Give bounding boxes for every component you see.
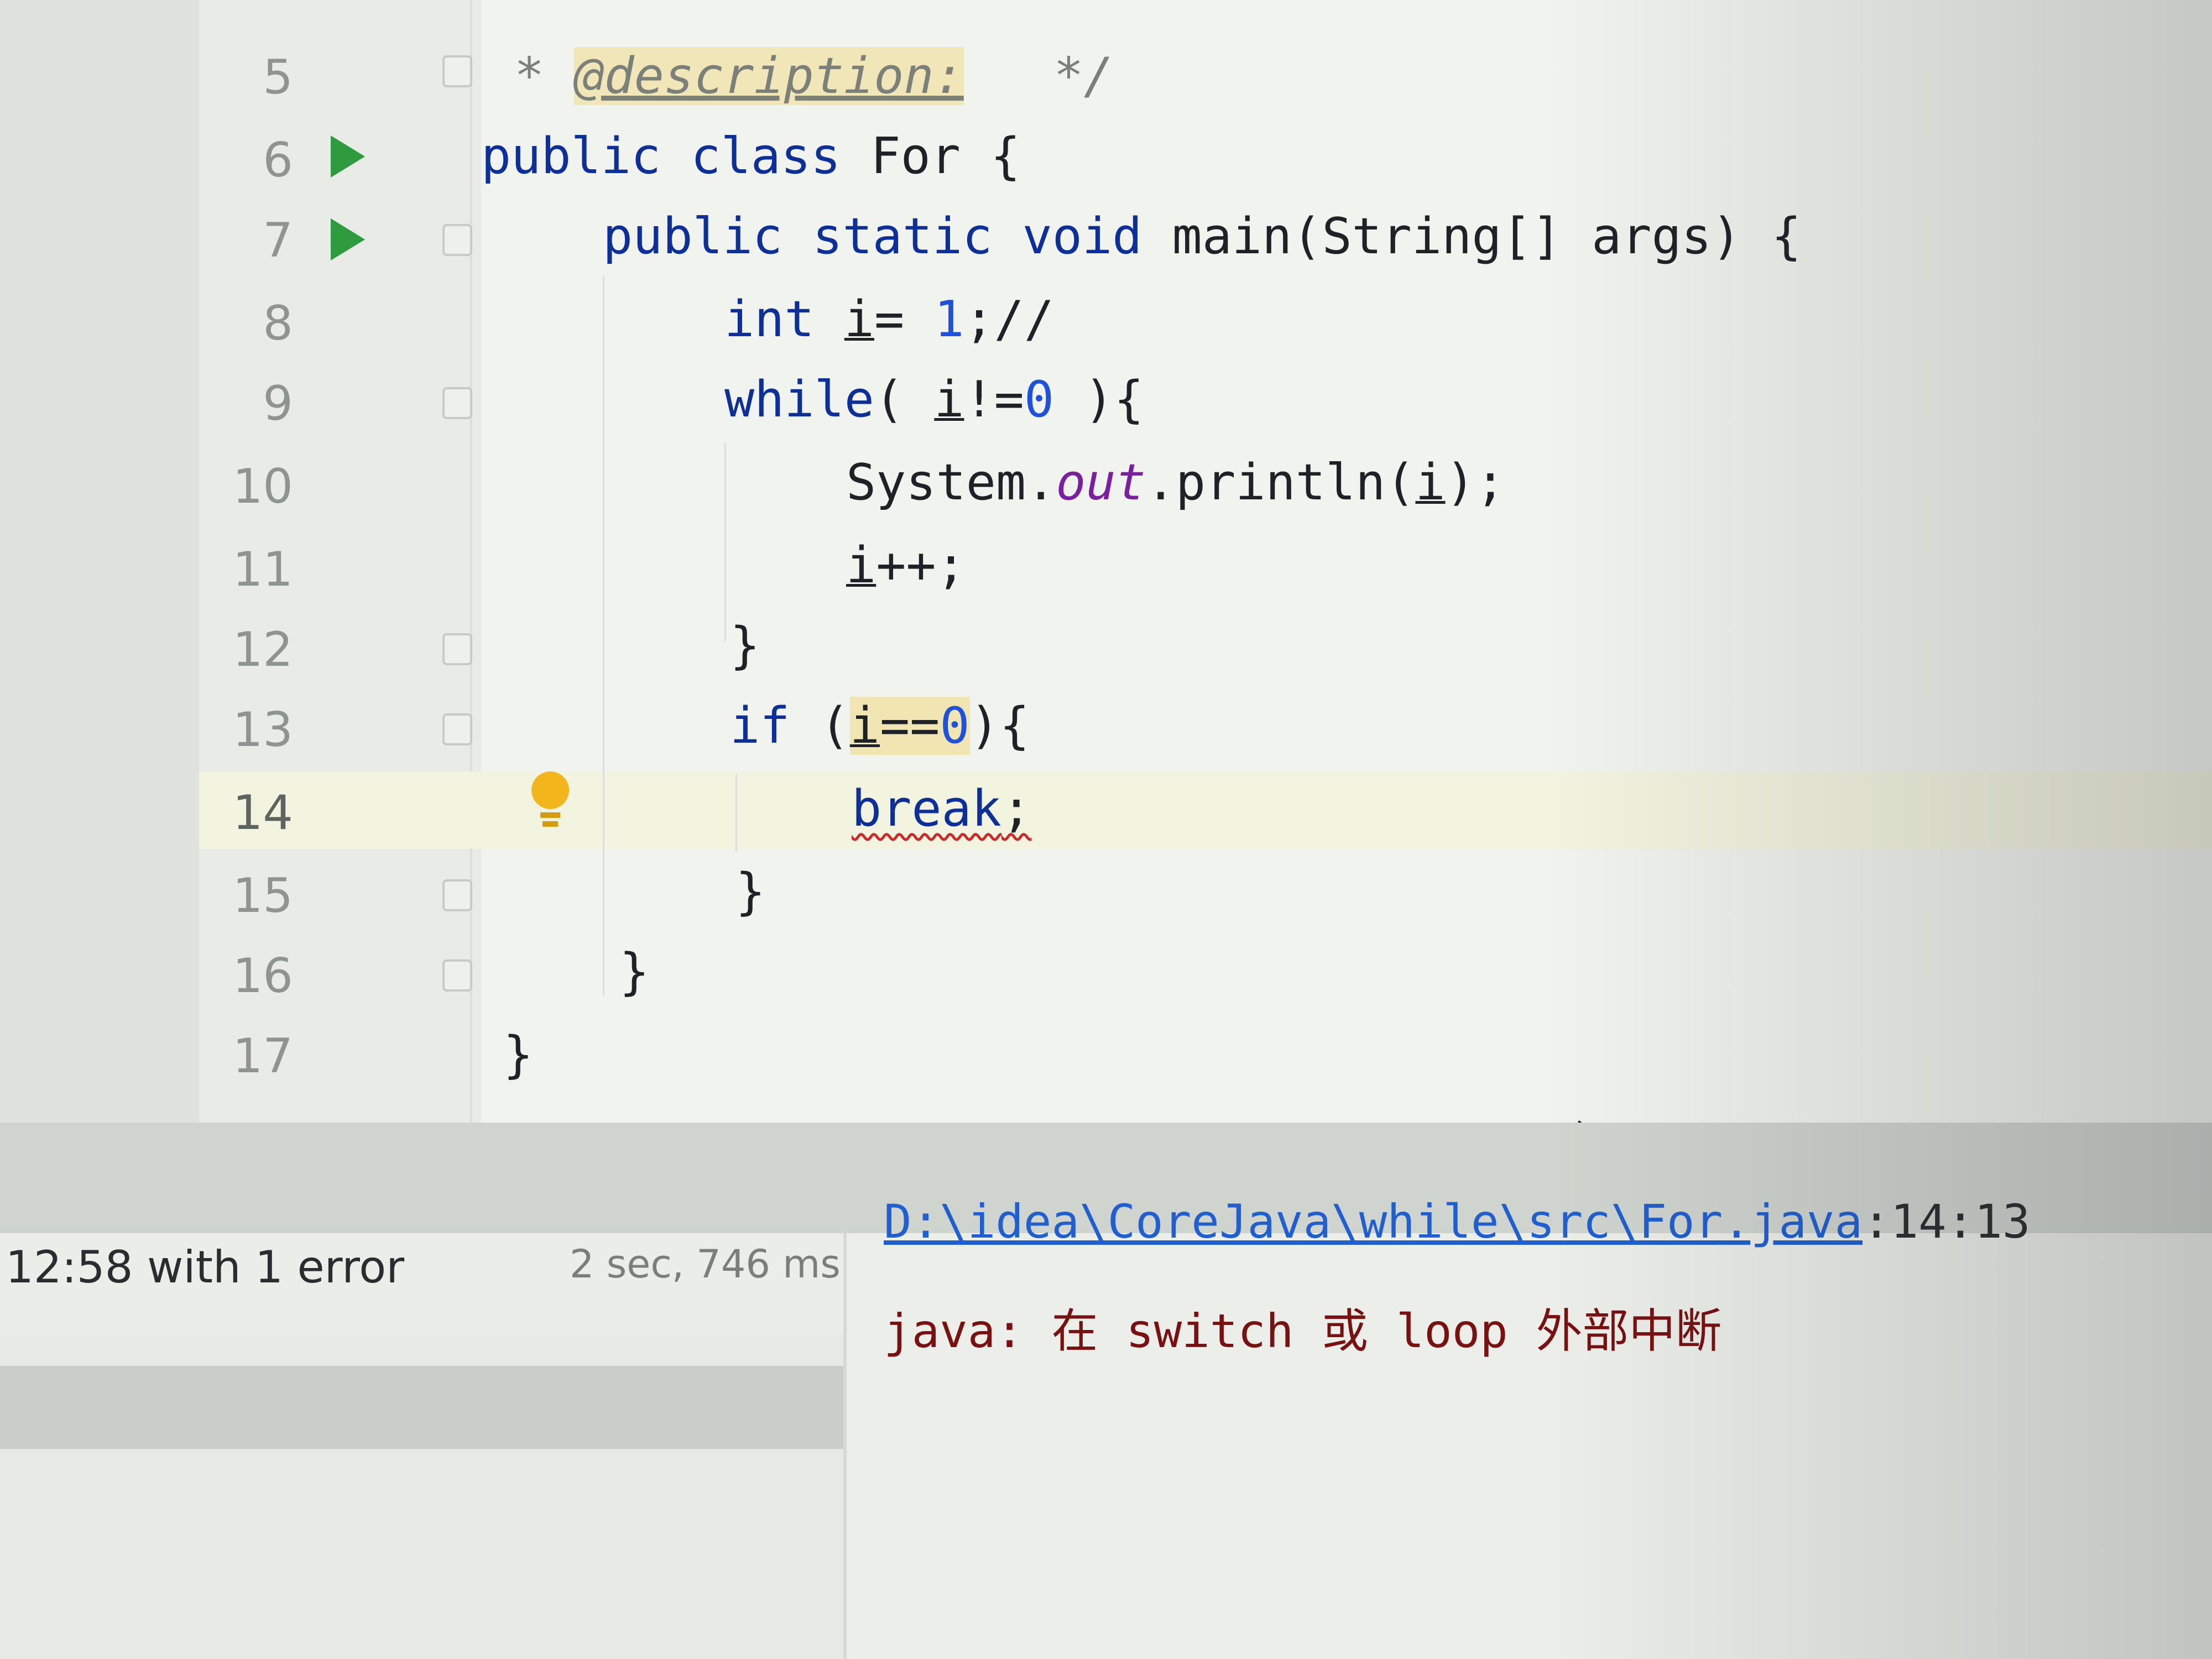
keyword: if	[730, 697, 820, 755]
run-class-icon[interactable]	[331, 135, 365, 178]
keyword: while	[724, 371, 874, 429]
static-field: out	[1056, 453, 1146, 512]
code-line-13: if (i==0){	[730, 697, 1030, 755]
keyword: public static void	[603, 207, 1172, 265]
line-number: 6	[263, 133, 293, 188]
lightbulb-icon[interactable]	[528, 771, 572, 832]
code-text: main(String[] args) {	[1172, 207, 1802, 265]
javadoc-tag: @description:	[574, 47, 964, 105]
code-line-17: }	[503, 1026, 533, 1084]
line-number: 10	[232, 459, 293, 514]
keyword: int	[724, 290, 844, 348]
operator: !=	[964, 371, 1024, 429]
indent-guide	[603, 276, 604, 995]
code-text: =	[874, 290, 935, 348]
code-text: System.	[846, 453, 1056, 512]
number-literal: 0	[940, 697, 970, 755]
code-text: (	[874, 371, 935, 429]
variable: i	[849, 697, 880, 755]
error-position: :14:13	[1863, 1194, 2031, 1249]
keyword: public class	[481, 127, 871, 185]
current-line-highlight	[199, 771, 2212, 849]
line-number: 7	[263, 213, 293, 268]
fold-icon[interactable]	[442, 879, 472, 911]
error-file-path[interactable]: D:\idea\CoreJava\while\src\For.java	[884, 1194, 1863, 1249]
error-message: java: 在 switch 或 loop 外部中断	[884, 1304, 1722, 1358]
build-status-text: 12:58 with 1 error	[6, 1241, 405, 1293]
code-text: ){	[969, 697, 1030, 755]
error-location-link[interactable]: D:\idea\CoreJava\while\src\For.java:14:1…	[884, 1194, 2030, 1249]
comment-end: */	[963, 47, 1114, 105]
code-line-14: break;	[852, 780, 1031, 838]
fold-icon[interactable]	[442, 387, 472, 419]
fold-icon[interactable]	[442, 713, 472, 745]
build-duration: 2 sec, 746 ms	[570, 1241, 841, 1287]
code-text: (	[820, 697, 850, 755]
number-literal: 1	[934, 290, 964, 348]
line-number: 11	[232, 542, 293, 597]
code-text: ;	[1001, 780, 1032, 838]
fold-icon[interactable]	[442, 959, 472, 992]
line-number: 15	[232, 868, 293, 924]
fold-icon[interactable]	[442, 55, 472, 87]
closing-brace: }	[503, 1026, 534, 1084]
code-text: );	[1445, 453, 1506, 512]
code-line-10: System.out.println(i);	[846, 453, 1505, 512]
code-line-15: }	[735, 863, 765, 921]
line-number: 16	[232, 948, 293, 1004]
selected-tree-row[interactable]	[0, 1366, 843, 1449]
line-number: 5	[263, 50, 293, 105]
number-literal: 0	[1024, 371, 1055, 429]
comment-star: *	[514, 47, 575, 105]
gutter-separator	[470, 0, 472, 1123]
code-line-6: public class For {	[481, 127, 1020, 185]
keyword-break-error: break	[852, 780, 1001, 838]
line-number: 9	[263, 376, 293, 431]
operator: ==	[879, 697, 940, 755]
code-line-12: }	[730, 617, 760, 675]
line-number: 17	[232, 1029, 293, 1084]
code-text: .println(	[1145, 453, 1416, 512]
fold-icon[interactable]	[442, 224, 472, 256]
code-text: ;//	[964, 290, 1055, 348]
code-line-11: i++;	[846, 536, 966, 594]
indent-guide	[724, 442, 726, 641]
closing-brace: }	[619, 943, 650, 1001]
indent-guide	[735, 774, 737, 852]
line-number: 8	[263, 296, 293, 351]
code-line-7: public static void main(String[] args) {	[603, 207, 1801, 265]
variable: i	[846, 536, 877, 594]
code-text: ++;	[876, 536, 966, 594]
code-line-8: int i= 1;//	[724, 290, 1054, 348]
variable: i	[844, 290, 874, 348]
closing-brace: }	[735, 863, 766, 921]
code-line-9: while( i!=0 ){	[724, 371, 1144, 429]
code-text: For {	[870, 127, 1021, 185]
left-tool-strip	[0, 0, 199, 1123]
variable: i	[934, 371, 964, 429]
run-main-icon[interactable]	[331, 218, 365, 260]
fold-icon[interactable]	[442, 633, 472, 665]
variable: i	[1415, 453, 1446, 512]
code-line-5: * @description: */	[514, 47, 1114, 105]
line-number-current: 14	[232, 785, 293, 841]
closing-brace: }	[730, 617, 760, 675]
code-text: ){	[1054, 371, 1144, 429]
line-number: 13	[232, 702, 293, 758]
line-number: 12	[232, 622, 293, 677]
code-line-16: }	[619, 943, 649, 1001]
